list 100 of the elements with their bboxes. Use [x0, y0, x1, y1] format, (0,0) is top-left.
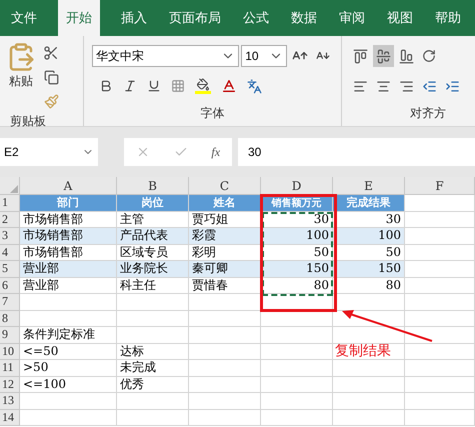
- table-cell[interactable]: [405, 376, 475, 393]
- table-cell[interactable]: <=100: [20, 376, 117, 393]
- table-cell[interactable]: 贾惜春: [189, 278, 261, 294]
- table-cell[interactable]: [405, 294, 475, 310]
- table-cell[interactable]: [20, 294, 117, 310]
- menu-tab[interactable]: 文件: [3, 0, 45, 36]
- table-cell[interactable]: 150: [333, 261, 405, 278]
- table-cell[interactable]: [261, 360, 333, 376]
- row-header[interactable]: 10: [0, 344, 20, 360]
- table-cell[interactable]: 80: [333, 278, 405, 294]
- table-cell[interactable]: 业务院长: [117, 261, 189, 278]
- table-cell[interactable]: [333, 327, 405, 344]
- table-cell[interactable]: 市场销售部: [20, 212, 117, 228]
- table-cell[interactable]: [117, 393, 189, 410]
- row-header[interactable]: 1: [0, 195, 20, 212]
- menu-tab[interactable]: 页面布局: [161, 0, 229, 36]
- table-cell[interactable]: [189, 410, 261, 426]
- table-cell[interactable]: [189, 310, 261, 327]
- table-cell[interactable]: [117, 410, 189, 426]
- name-box[interactable]: E2: [0, 138, 98, 166]
- table-cell[interactable]: [261, 393, 333, 410]
- table-cell[interactable]: [333, 376, 405, 393]
- table-cell[interactable]: 营业部: [20, 261, 117, 278]
- column-header[interactable]: A: [20, 177, 117, 194]
- table-cell[interactable]: <=50: [20, 344, 117, 360]
- table-cell[interactable]: [405, 327, 475, 344]
- table-cell[interactable]: 达标: [117, 344, 189, 360]
- table-cell[interactable]: 条件判定标准: [20, 327, 117, 344]
- menu-tab[interactable]: 帮助: [427, 0, 469, 36]
- table-cell[interactable]: [405, 344, 475, 360]
- table-cell[interactable]: 区域专员: [117, 244, 189, 261]
- table-cell[interactable]: [333, 393, 405, 410]
- menu-tab[interactable]: 数据: [283, 0, 325, 36]
- table-cell[interactable]: [405, 310, 475, 327]
- row-header[interactable]: 4: [0, 244, 20, 261]
- table-cell[interactable]: 100: [261, 228, 333, 244]
- table-cell[interactable]: 150: [261, 261, 333, 278]
- table-cell[interactable]: 彩霞: [189, 228, 261, 244]
- column-header[interactable]: D: [261, 177, 333, 194]
- table-cell[interactable]: 彩明: [189, 244, 261, 261]
- table-cell[interactable]: [405, 360, 475, 376]
- table-cell[interactable]: >50: [20, 360, 117, 376]
- row-header[interactable]: 12: [0, 376, 20, 393]
- table-cell[interactable]: [117, 327, 189, 344]
- table-cell[interactable]: [189, 360, 261, 376]
- table-cell[interactable]: [405, 195, 475, 212]
- table-cell[interactable]: [333, 360, 405, 376]
- table-cell[interactable]: [20, 310, 117, 327]
- table-cell[interactable]: 100: [333, 228, 405, 244]
- row-header[interactable]: 9: [0, 327, 20, 344]
- formula-field[interactable]: 30: [238, 138, 475, 166]
- row-header[interactable]: 11: [0, 360, 20, 376]
- table-cell[interactable]: 营业部: [20, 278, 117, 294]
- menu-tab[interactable]: 视图: [379, 0, 421, 36]
- column-header[interactable]: C: [189, 177, 261, 194]
- row-header[interactable]: 8: [0, 310, 20, 327]
- table-cell[interactable]: [261, 376, 333, 393]
- table-cell[interactable]: [261, 410, 333, 426]
- table-cell[interactable]: 市场销售部: [20, 228, 117, 244]
- table-cell[interactable]: [333, 410, 405, 426]
- table-cell[interactable]: 30: [333, 212, 405, 228]
- menu-tab[interactable]: 公式: [235, 0, 277, 36]
- table-cell[interactable]: [405, 410, 475, 426]
- table-cell[interactable]: [405, 261, 475, 278]
- table-cell[interactable]: 秦可卿: [189, 261, 261, 278]
- table-cell[interactable]: [405, 244, 475, 261]
- table-cell[interactable]: [20, 410, 117, 426]
- table-cell[interactable]: [261, 327, 333, 344]
- row-header[interactable]: 6: [0, 278, 20, 294]
- font-name-field[interactable]: 华文中宋: [92, 45, 240, 67]
- row-header[interactable]: 14: [0, 410, 20, 426]
- row-header[interactable]: 3: [0, 228, 20, 244]
- table-cell[interactable]: 贾巧姐: [189, 212, 261, 228]
- table-cell[interactable]: 复制结果: [333, 344, 405, 360]
- table-cell[interactable]: [117, 294, 189, 310]
- table-cell[interactable]: [189, 327, 261, 344]
- table-cell[interactable]: [261, 344, 333, 360]
- row-header[interactable]: 7: [0, 294, 20, 310]
- insert-function-button[interactable]: fx: [211, 143, 220, 161]
- column-header[interactable]: B: [117, 177, 189, 194]
- paste-button[interactable]: 粘贴: [6, 42, 36, 112]
- table-cell[interactable]: [117, 310, 189, 327]
- menu-tab[interactable]: 开始: [58, 0, 100, 36]
- menu-tab[interactable]: 插入: [113, 0, 155, 36]
- table-cell[interactable]: [405, 212, 475, 228]
- table-cell[interactable]: [20, 393, 117, 410]
- table-cell[interactable]: [405, 393, 475, 410]
- vertical-align-icon[interactable]: [373, 45, 394, 67]
- table-cell[interactable]: 市场销售部: [20, 244, 117, 261]
- table-cell[interactable]: [405, 278, 475, 294]
- table-cell[interactable]: 未完成: [117, 360, 189, 376]
- table-cell[interactable]: 50: [333, 244, 405, 261]
- table-cell[interactable]: [405, 228, 475, 244]
- row-header[interactable]: 13: [0, 393, 20, 410]
- column-header[interactable]: F: [405, 177, 475, 194]
- row-header[interactable]: 5: [0, 261, 20, 278]
- column-header[interactable]: E: [333, 177, 405, 194]
- table-cell[interactable]: 科主任: [117, 278, 189, 294]
- table-cell[interactable]: [189, 344, 261, 360]
- font-size-field[interactable]: 10: [241, 45, 287, 67]
